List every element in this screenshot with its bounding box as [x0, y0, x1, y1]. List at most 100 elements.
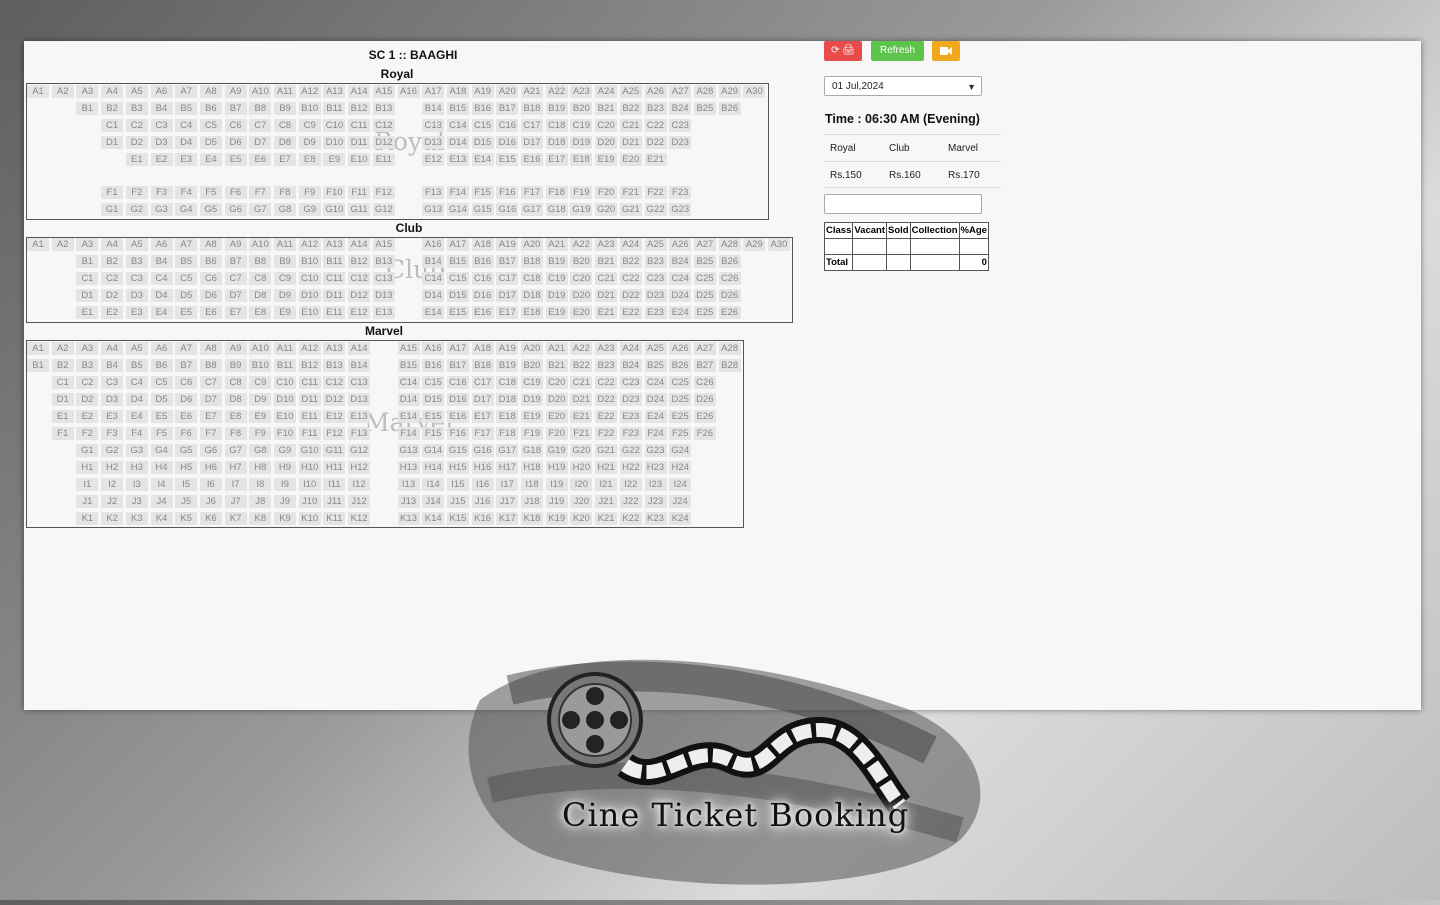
seat[interactable]: E4 — [150, 306, 173, 319]
seat[interactable]: G6 — [199, 444, 222, 457]
seat[interactable]: E3 — [125, 306, 148, 319]
seat[interactable]: J1 — [76, 495, 99, 508]
seat[interactable]: D23 — [669, 136, 692, 149]
seat[interactable]: G12 — [372, 203, 395, 216]
seat[interactable]: E16 — [446, 410, 469, 423]
seat[interactable]: B25 — [644, 359, 667, 372]
seat[interactable]: G22 — [619, 444, 642, 457]
seat[interactable]: C19 — [570, 119, 593, 132]
seat[interactable]: B25 — [693, 102, 716, 115]
seat[interactable]: C14 — [397, 376, 420, 389]
seat[interactable]: D3 — [101, 393, 124, 406]
seat[interactable]: A11 — [274, 238, 296, 251]
seat[interactable]: I20 — [570, 478, 593, 491]
seat[interactable]: K24 — [669, 512, 692, 525]
seat[interactable]: E1 — [51, 410, 74, 423]
seat[interactable]: B6 — [150, 359, 173, 372]
seat[interactable]: A8 — [199, 238, 222, 251]
seat[interactable]: C22 — [595, 376, 618, 389]
seat[interactable]: B26 — [669, 359, 692, 372]
seat[interactable]: C23 — [644, 272, 667, 285]
seat[interactable]: D23 — [619, 393, 642, 406]
seat[interactable]: B18 — [521, 102, 543, 115]
seat[interactable]: G3 — [150, 203, 173, 216]
seat[interactable]: D26 — [693, 393, 716, 406]
seat[interactable]: F19 — [570, 186, 593, 199]
seat[interactable]: A29 — [718, 85, 741, 98]
seat[interactable]: F14 — [446, 186, 469, 199]
seat[interactable]: G16 — [496, 203, 519, 216]
seat[interactable]: J19 — [545, 495, 568, 508]
seat[interactable]: B7 — [175, 359, 198, 372]
seat[interactable]: A17 — [446, 238, 469, 251]
seat[interactable]: D15 — [471, 136, 494, 149]
seat[interactable]: E13 — [372, 306, 395, 319]
seat[interactable]: E11 — [323, 306, 346, 319]
seat[interactable]: G14 — [422, 444, 445, 457]
seat[interactable]: E8 — [249, 306, 272, 319]
seat[interactable]: B25 — [693, 255, 716, 268]
seat[interactable]: D19 — [521, 393, 543, 406]
seat[interactable]: A9 — [224, 238, 247, 251]
seat[interactable]: E22 — [619, 306, 642, 319]
seat[interactable]: A10 — [249, 238, 272, 251]
seat[interactable]: D1 — [76, 289, 99, 302]
seat[interactable]: A14 — [348, 342, 371, 355]
seat[interactable]: C12 — [348, 272, 371, 285]
seat[interactable]: G17 — [521, 203, 543, 216]
seat[interactable]: A28 — [718, 342, 741, 355]
seat[interactable]: E21 — [644, 153, 667, 166]
seat[interactable]: E18 — [496, 410, 519, 423]
seat[interactable]: F25 — [669, 427, 692, 440]
seat[interactable]: A13 — [323, 342, 346, 355]
seat[interactable]: G22 — [644, 203, 667, 216]
seat[interactable]: C7 — [224, 272, 247, 285]
seat[interactable]: E20 — [619, 153, 642, 166]
seat[interactable]: F2 — [76, 427, 99, 440]
seat[interactable]: I1 — [76, 478, 99, 491]
seat[interactable]: H20 — [570, 461, 593, 474]
seat[interactable]: F26 — [693, 427, 716, 440]
seat[interactable]: F9 — [298, 186, 321, 199]
seat[interactable]: J9 — [274, 495, 296, 508]
seat[interactable]: E25 — [693, 306, 716, 319]
seat[interactable]: A14 — [348, 85, 371, 98]
seat[interactable]: G13 — [422, 203, 445, 216]
seat[interactable]: D8 — [224, 393, 247, 406]
seat[interactable]: J12 — [348, 495, 371, 508]
seat[interactable]: I23 — [644, 478, 667, 491]
seat[interactable]: D22 — [619, 289, 642, 302]
seat[interactable]: K3 — [125, 512, 148, 525]
seat[interactable]: E26 — [718, 306, 741, 319]
seat[interactable]: B10 — [298, 255, 321, 268]
camera-button[interactable] — [932, 41, 960, 61]
seat[interactable]: F8 — [224, 427, 247, 440]
seat[interactable]: F22 — [595, 427, 618, 440]
seat[interactable]: D24 — [669, 289, 692, 302]
seat[interactable]: A7 — [175, 85, 198, 98]
seat[interactable]: J6 — [199, 495, 222, 508]
seat[interactable]: K23 — [644, 512, 667, 525]
seat[interactable]: E18 — [521, 306, 543, 319]
seat[interactable]: F3 — [101, 427, 124, 440]
seat[interactable]: E10 — [348, 153, 371, 166]
seat[interactable]: K1 — [76, 512, 99, 525]
seat[interactable]: D13 — [372, 289, 395, 302]
seat[interactable]: I3 — [125, 478, 148, 491]
seat[interactable]: E1 — [125, 153, 148, 166]
seat[interactable]: A5 — [125, 238, 148, 251]
seat[interactable]: K19 — [545, 512, 568, 525]
seat[interactable]: H22 — [619, 461, 642, 474]
seat[interactable]: C2 — [76, 376, 99, 389]
seat[interactable]: K16 — [471, 512, 494, 525]
seat[interactable]: J4 — [150, 495, 173, 508]
seat[interactable]: A27 — [693, 342, 716, 355]
seat[interactable]: E17 — [545, 153, 568, 166]
seat[interactable]: B23 — [644, 102, 667, 115]
seat[interactable]: D2 — [101, 289, 124, 302]
seat[interactable]: C19 — [545, 272, 568, 285]
seat[interactable]: H19 — [545, 461, 568, 474]
seat[interactable]: I8 — [249, 478, 272, 491]
seat[interactable]: D23 — [644, 289, 667, 302]
seat[interactable]: E5 — [224, 153, 247, 166]
